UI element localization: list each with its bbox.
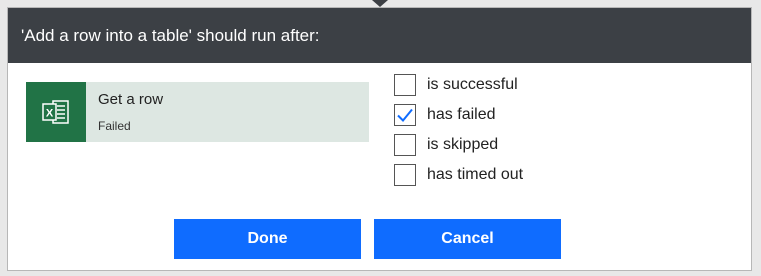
action-status: Failed [98, 119, 131, 133]
run-after-options: is successful has failed is skipped has … [394, 70, 523, 190]
option-label: has failed [427, 106, 496, 123]
option-label: is successful [427, 76, 518, 93]
option-is-skipped[interactable]: is skipped [394, 130, 523, 160]
option-label: has timed out [427, 166, 524, 183]
checkbox-is-successful[interactable] [394, 74, 416, 96]
svg-text:X: X [46, 108, 54, 120]
option-has-timed-out[interactable]: has timed out [394, 160, 523, 190]
checkbox-has-failed[interactable] [394, 104, 416, 126]
excel-icon: X [26, 82, 86, 142]
dialog-buttons: Done Cancel [174, 219, 561, 259]
action-card: X Get a row Failed [26, 82, 369, 142]
action-text: Get a row Failed [86, 82, 163, 142]
checkmark-icon [397, 108, 413, 122]
dialog-title: 'Add a row into a table' should run afte… [21, 26, 320, 45]
checkbox-is-skipped[interactable] [394, 134, 416, 156]
dialog-header: 'Add a row into a table' should run afte… [8, 8, 751, 63]
option-label: is skipped [427, 136, 499, 153]
run-after-dialog: 'Add a row into a table' should run afte… [7, 7, 752, 271]
checkbox-has-timed-out[interactable] [394, 164, 416, 186]
option-has-failed[interactable]: has failed [394, 100, 523, 130]
action-title: Get a row [98, 91, 164, 108]
dialog-pointer [372, 0, 388, 7]
cancel-button[interactable]: Cancel [374, 219, 561, 259]
done-button[interactable]: Done [174, 219, 361, 259]
option-is-successful[interactable]: is successful [394, 70, 523, 100]
